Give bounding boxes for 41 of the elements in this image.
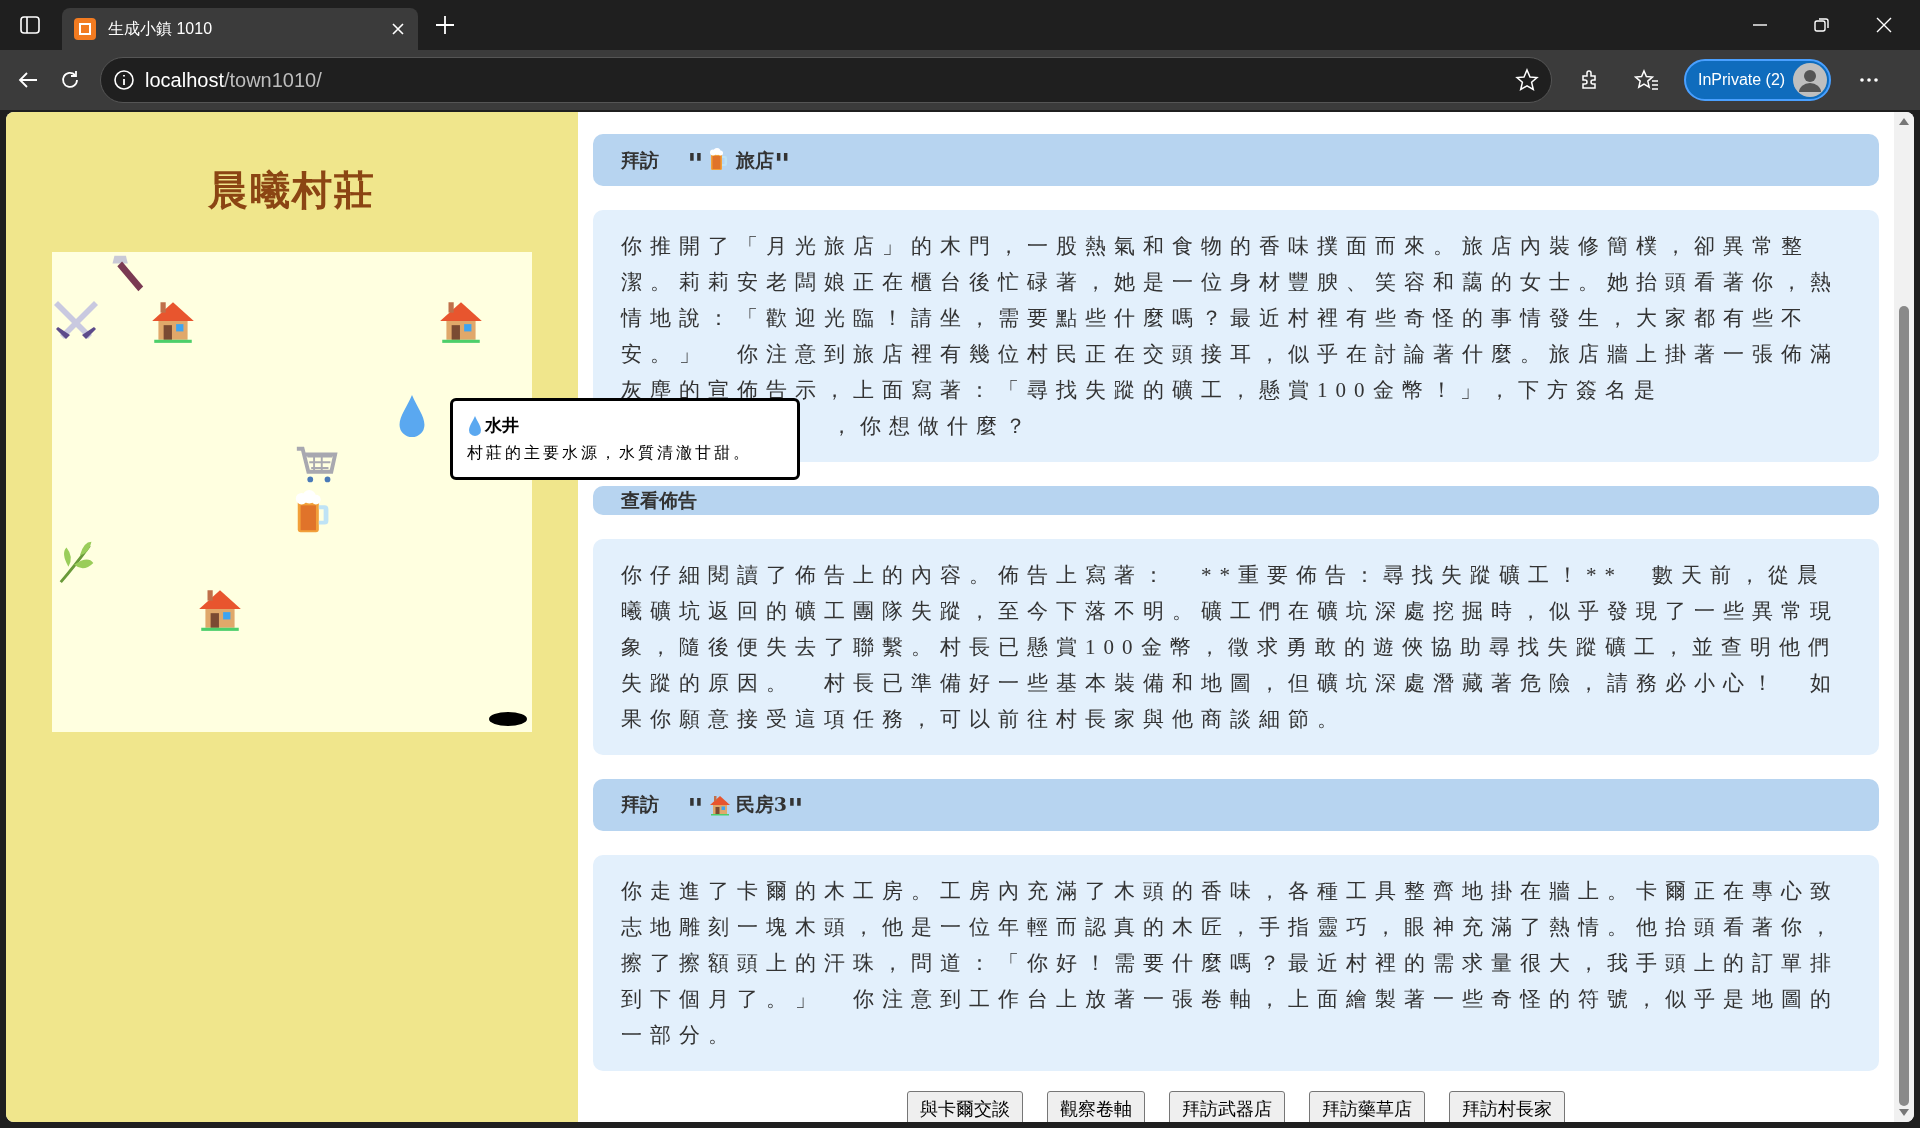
header-verb: 拜訪 xyxy=(621,147,659,173)
scroll-down-icon[interactable] xyxy=(1898,1108,1910,1118)
star-icon[interactable] xyxy=(1515,68,1539,92)
new-tab-icon[interactable] xyxy=(434,14,456,36)
header-verb: 查看佈告 xyxy=(621,488,697,513)
quote-mark: " xyxy=(787,791,804,828)
narrative-text: 你仔細閱讀了佈告上的內容。佈告上寫著： **重要佈告：尋找失蹤礦工！** 數天前，從晨曦礦坑返回的礦工團隊失蹤，至今下落不明。礦工們在礦坑深處挖掘時，似乎發現了一些異常現象，隨後便失去了聯繫。村長已懸賞100金幣，徵求勇敢的遊俠協助尋找失蹤礦工，並查明他們失蹤的原因。 村長已準備好一些基本裝備和地圖，但礦坑深處潛藏著危險，請務必小心！ 如果你願意接受這項任務，可以前往村長家與他商談細節。 xyxy=(621,561,1840,733)
sidebar-icon xyxy=(19,14,41,36)
action-button[interactable]: 觀察卷軸 xyxy=(1047,1090,1145,1122)
favicon-icon xyxy=(74,18,96,40)
restore-icon[interactable] xyxy=(1812,15,1832,35)
tooltip-title: 水井 xyxy=(485,415,519,437)
inprivate-button[interactable]: InPrivate (2) xyxy=(1684,59,1832,101)
quote-mark: " xyxy=(687,147,704,183)
water-drop-icon xyxy=(467,414,483,437)
action-button[interactable]: 拜訪武器店 xyxy=(1169,1090,1285,1122)
narrative-text: ，你想做什麼？ xyxy=(830,413,1035,440)
narrative-text: 你走進了卡爾的木工房。工房內充滿了木頭的香味，各種工具整齊地掛在牆上。卡爾正在專心致志地雕刻一塊木頭，他是一位年輕而認真的木匠，手指靈巧，眼神充滿了熱情。他抬頭看著你，擦了擦額頭上的汗珠，問道：「你好！需要什麼嗎？最近村裡的需求量很大，我手頭上的訂單排到下個月了。」 你注意到工作台上放著一張卷軸，上面繪製著一些奇怪的符號，似乎是地圖的一部分。 xyxy=(621,877,1840,1049)
close-window-icon[interactable] xyxy=(1874,15,1894,35)
header-verb: 拜訪 xyxy=(621,792,659,818)
header-place: 旅店 xyxy=(735,147,774,173)
browser-tab[interactable]: 生成小鎮 1010 xyxy=(62,8,418,50)
tooltip-text: 村莊的主要水源，水質清澈甘甜。 xyxy=(467,442,753,463)
action-button[interactable]: 拜訪藥草店 xyxy=(1309,1090,1425,1122)
address-bar[interactable]: localhost/town1010/ xyxy=(100,57,1552,103)
header-place: 民房3 xyxy=(735,792,788,818)
close-icon[interactable] xyxy=(390,21,406,37)
avatar-icon xyxy=(1793,63,1828,97)
scrollbar-thumb[interactable] xyxy=(1899,306,1909,1106)
quote-mark: " xyxy=(773,147,791,183)
hole-icon[interactable] xyxy=(489,712,527,726)
info-icon xyxy=(113,69,135,91)
action-button[interactable]: 拜訪村長家 xyxy=(1449,1090,1565,1122)
favorites-icon[interactable] xyxy=(1634,68,1660,92)
url-path: /town1010/ xyxy=(223,68,322,93)
url-host: localhost xyxy=(145,68,224,93)
village-title: 晨曦村莊 xyxy=(208,165,376,215)
scroll-up-icon[interactable] xyxy=(1898,116,1910,126)
action-button[interactable]: 與卡爾交談 xyxy=(907,1090,1023,1122)
tab-title: 生成小鎮 1010 xyxy=(108,19,214,39)
quote-mark: " xyxy=(687,791,704,828)
